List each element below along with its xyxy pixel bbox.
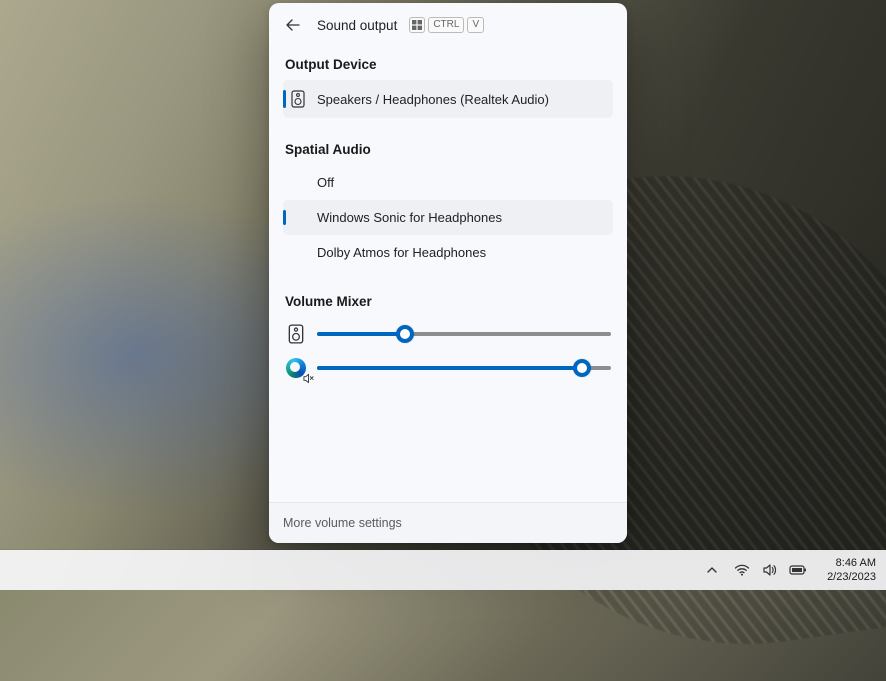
spatial-audio-windows-sonic[interactable]: Windows Sonic for Headphones	[283, 200, 613, 235]
slider-thumb[interactable]	[573, 359, 591, 377]
clock-date: 2/23/2023	[827, 570, 876, 584]
clock-time: 8:46 AM	[827, 556, 876, 570]
shortcut-hint: CTRL V	[409, 17, 484, 33]
sound-output-flyout: Sound output CTRL V Output Device	[269, 3, 627, 543]
spatial-audio-heading: Spatial Audio	[285, 142, 613, 157]
taskbar-clock[interactable]: 8:46 AM 2/23/2023	[819, 556, 876, 584]
system-tray	[693, 559, 815, 581]
spatial-audio-dolby-atmos[interactable]: Dolby Atmos for Headphones	[283, 235, 613, 270]
system-volume-slider[interactable]	[317, 326, 611, 342]
taskbar: 8:46 AM 2/23/2023	[0, 550, 886, 590]
output-device-item[interactable]: Speakers / Headphones (Realtek Audio)	[283, 80, 613, 118]
tray-overflow-button[interactable]	[701, 559, 723, 581]
windows-key-icon	[409, 17, 425, 33]
spatial-audio-label: Off	[317, 175, 334, 190]
spatial-audio-off[interactable]: Off	[283, 165, 613, 200]
flyout-header: Sound output CTRL V	[269, 3, 627, 43]
key-v: V	[467, 17, 484, 33]
more-volume-settings-link[interactable]: More volume settings	[269, 502, 627, 543]
volume-mixer-heading: Volume Mixer	[285, 294, 613, 309]
mute-icon	[303, 373, 314, 384]
wifi-icon[interactable]	[733, 561, 751, 579]
key-ctrl: CTRL	[428, 17, 464, 33]
slider-thumb[interactable]	[396, 325, 414, 343]
edge-volume-slider[interactable]	[317, 360, 611, 376]
volume-icon[interactable]	[761, 561, 779, 579]
mixer-channel-system	[283, 317, 613, 351]
mixer-channel-edge	[283, 351, 613, 385]
flyout-title: Sound output	[317, 18, 397, 33]
back-button[interactable]	[279, 11, 307, 39]
output-device-label: Speakers / Headphones (Realtek Audio)	[317, 92, 549, 107]
chevron-up-icon	[706, 564, 718, 576]
speaker-icon[interactable]	[285, 323, 307, 345]
battery-icon[interactable]	[789, 561, 807, 579]
arrow-left-icon	[285, 17, 301, 33]
flyout-body: Output Device Speakers / Headphones (Rea…	[269, 43, 627, 502]
spatial-audio-label: Dolby Atmos for Headphones	[317, 245, 486, 260]
edge-app-icon[interactable]	[285, 357, 307, 379]
output-device-heading: Output Device	[285, 57, 613, 72]
speaker-device-icon	[289, 90, 307, 108]
spatial-audio-label: Windows Sonic for Headphones	[317, 210, 502, 225]
